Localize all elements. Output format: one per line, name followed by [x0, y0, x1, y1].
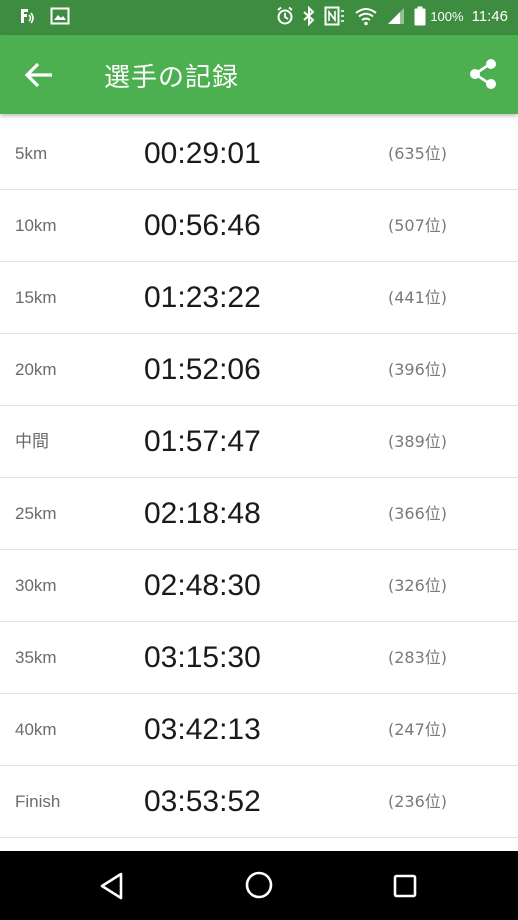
battery-icon: [414, 6, 426, 26]
split-label: Finish: [15, 792, 61, 811]
split-label: 15km: [15, 288, 57, 307]
split-label: 10km: [15, 216, 57, 235]
nav-back-icon: [96, 870, 128, 902]
nav-home-icon: [244, 870, 274, 900]
nav-recent-apps-icon: [392, 873, 418, 899]
record-row[interactable]: 20km 01:52:06 (396位): [0, 334, 518, 406]
record-row[interactable]: 30km 02:48:30 (326位): [0, 550, 518, 622]
split-label: 40km: [15, 720, 57, 739]
record-row[interactable]: 15km 01:23:22 (441位): [0, 262, 518, 334]
image-icon: [50, 7, 70, 25]
split-time: 03:15:30: [144, 641, 261, 674]
record-row[interactable]: 40km 03:42:13 (247位): [0, 694, 518, 766]
split-time: 00:56:46: [144, 209, 261, 242]
split-time: 02:48:30: [144, 569, 261, 602]
record-row[interactable]: 35km 03:15:30 (283位): [0, 622, 518, 694]
split-time: 02:18:48: [144, 497, 261, 530]
split-label: 20km: [15, 360, 57, 379]
split-rank: (326位): [388, 576, 448, 595]
split-time: 00:29:01: [144, 137, 261, 170]
split-label: 25km: [15, 504, 57, 523]
status-bar: 100% 11:46: [0, 0, 518, 35]
share-icon: [466, 57, 500, 91]
app-bar: 選手の記録: [0, 35, 518, 114]
flash-auto-icon: [18, 7, 36, 25]
split-time: 03:42:13: [144, 713, 261, 746]
split-rank: (283位): [388, 648, 448, 667]
record-row[interactable]: 25km 02:18:48 (366位): [0, 478, 518, 550]
split-rank: (507位): [388, 216, 448, 235]
split-label: 30km: [15, 576, 57, 595]
record-row[interactable]: 中間 01:57:47 (389位): [0, 406, 518, 478]
split-rank: (366位): [388, 504, 448, 523]
status-time: 11:46: [471, 7, 508, 25]
back-button[interactable]: [22, 58, 58, 92]
split-rank: (441位): [388, 288, 448, 307]
split-time: 01:23:22: [144, 281, 261, 314]
wifi-icon: [354, 6, 378, 26]
split-label: 35km: [15, 648, 57, 667]
status-bar-system: 100% 11:46: [276, 6, 508, 26]
signal-icon: [386, 6, 406, 26]
record-list: 5km 00:29:01 (635位) 10km 00:56:46 (507位)…: [0, 118, 518, 838]
split-rank: (247位): [388, 720, 448, 739]
nav-back-button[interactable]: [96, 870, 128, 902]
nav-recent-apps-button[interactable]: [392, 873, 418, 899]
bluetooth-icon: [302, 6, 316, 26]
split-time: 03:53:52: [144, 785, 261, 818]
nav-home-button[interactable]: [244, 870, 274, 900]
battery-percent: 100%: [430, 8, 464, 24]
split-label: 5km: [15, 144, 48, 163]
split-rank: (396位): [388, 360, 448, 379]
share-button[interactable]: [466, 57, 500, 91]
status-bar-notifications: [18, 7, 70, 25]
split-rank: (635位): [388, 144, 448, 163]
arrow-back-icon: [22, 58, 58, 92]
split-rank: (236位): [388, 792, 448, 811]
record-row[interactable]: 5km 00:29:01 (635位): [0, 118, 518, 190]
alarm-icon: [276, 6, 294, 26]
system-nav-bar: [0, 851, 518, 920]
split-label: 中間: [15, 432, 49, 451]
split-time: 01:57:47: [144, 425, 261, 458]
split-rank: (389位): [388, 432, 448, 451]
page-title: 選手の記録: [104, 63, 240, 93]
record-row[interactable]: 10km 00:56:46 (507位): [0, 190, 518, 262]
split-time: 01:52:06: [144, 353, 261, 386]
nfc-icon: [324, 6, 346, 26]
record-row[interactable]: Finish 03:53:52 (236位): [0, 766, 518, 838]
